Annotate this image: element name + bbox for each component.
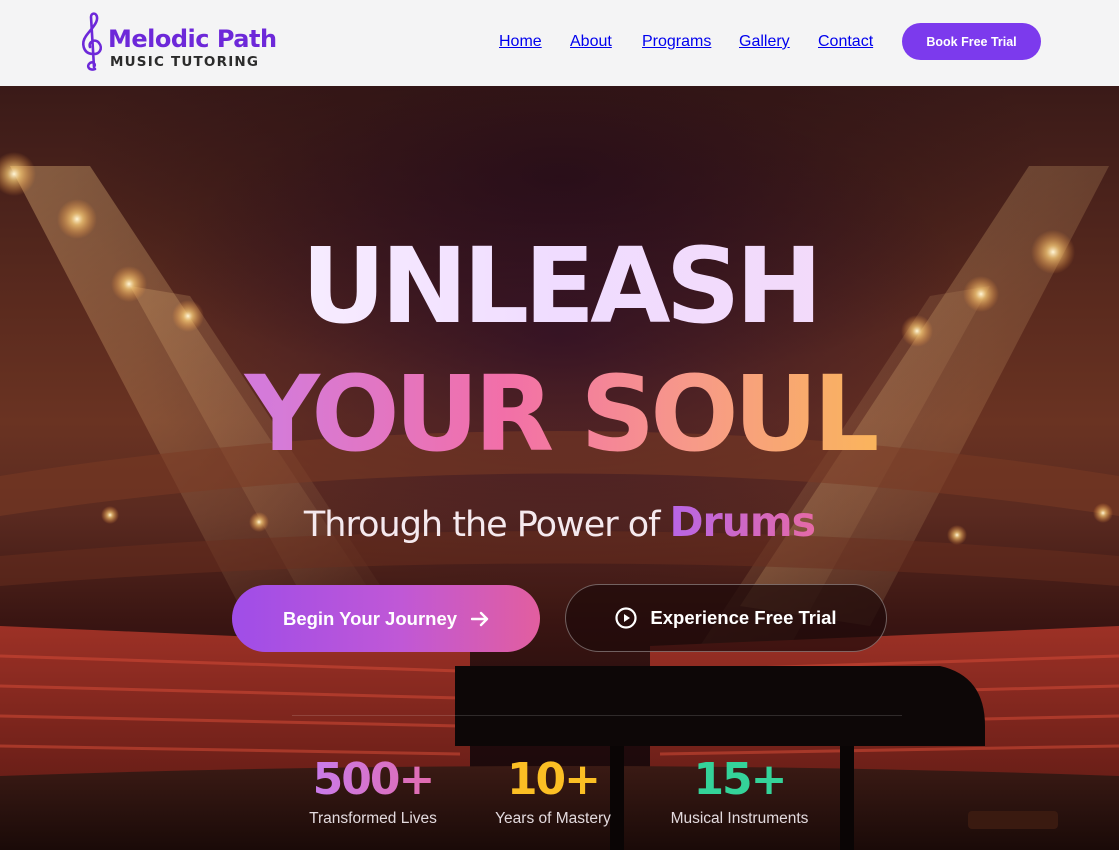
nav-programs[interactable]: Programs	[642, 33, 711, 51]
arrow-right-icon	[471, 611, 489, 626]
hero-section: UNLEASH YOUR SOUL Through the Power of Dr…	[0, 86, 1119, 850]
stat-years-mastery: 10+ Years of Mastery	[488, 754, 618, 828]
tagline-prefix: Through the Power of	[303, 505, 661, 545]
nav-contact[interactable]: Contact	[818, 33, 873, 51]
begin-journey-label: Begin Your Journey	[282, 607, 458, 629]
begin-journey-button[interactable]: Begin Your Journey	[232, 585, 540, 652]
stat-value: 10+	[506, 754, 601, 805]
nav-about[interactable]: About	[570, 33, 612, 51]
nav-home[interactable]: Home	[499, 33, 542, 51]
headline-line1: UNLEASH	[0, 226, 1119, 346]
brand-logo[interactable]: Melodic Path MUSIC TUTORING	[79, 11, 277, 73]
stat-value: 15+	[693, 754, 787, 805]
book-free-trial-button[interactable]: Book Free Trial	[902, 23, 1041, 60]
experience-free-trial-label: Experience Free Trial	[650, 607, 837, 628]
stat-transformed-lives: 500+ Transformed Lives	[300, 754, 446, 828]
stat-label: Years of Mastery	[495, 810, 611, 827]
stat-label: Transformed Lives	[309, 810, 437, 827]
tagline: Through the Power of Drums	[0, 498, 1119, 546]
brand-name: Melodic Path	[108, 25, 277, 53]
experience-free-trial-button[interactable]: Experience Free Trial	[565, 584, 887, 652]
stat-musical-instruments: 15+ Musical Instruments	[662, 754, 817, 828]
play-circle-icon	[615, 607, 638, 629]
brand-subtitle: MUSIC TUTORING	[110, 54, 260, 70]
headline-line2: YOUR SOUL	[0, 354, 1119, 474]
stat-value: 500+	[300, 754, 446, 806]
nav-gallery[interactable]: Gallery	[739, 33, 790, 51]
stats-divider	[292, 715, 902, 716]
treble-clef-icon	[82, 12, 103, 71]
tagline-highlight: Drums	[669, 498, 816, 546]
site-header: Melodic Path MUSIC TUTORING Home About P…	[0, 0, 1119, 86]
stat-label: Musical Instruments	[670, 810, 809, 827]
